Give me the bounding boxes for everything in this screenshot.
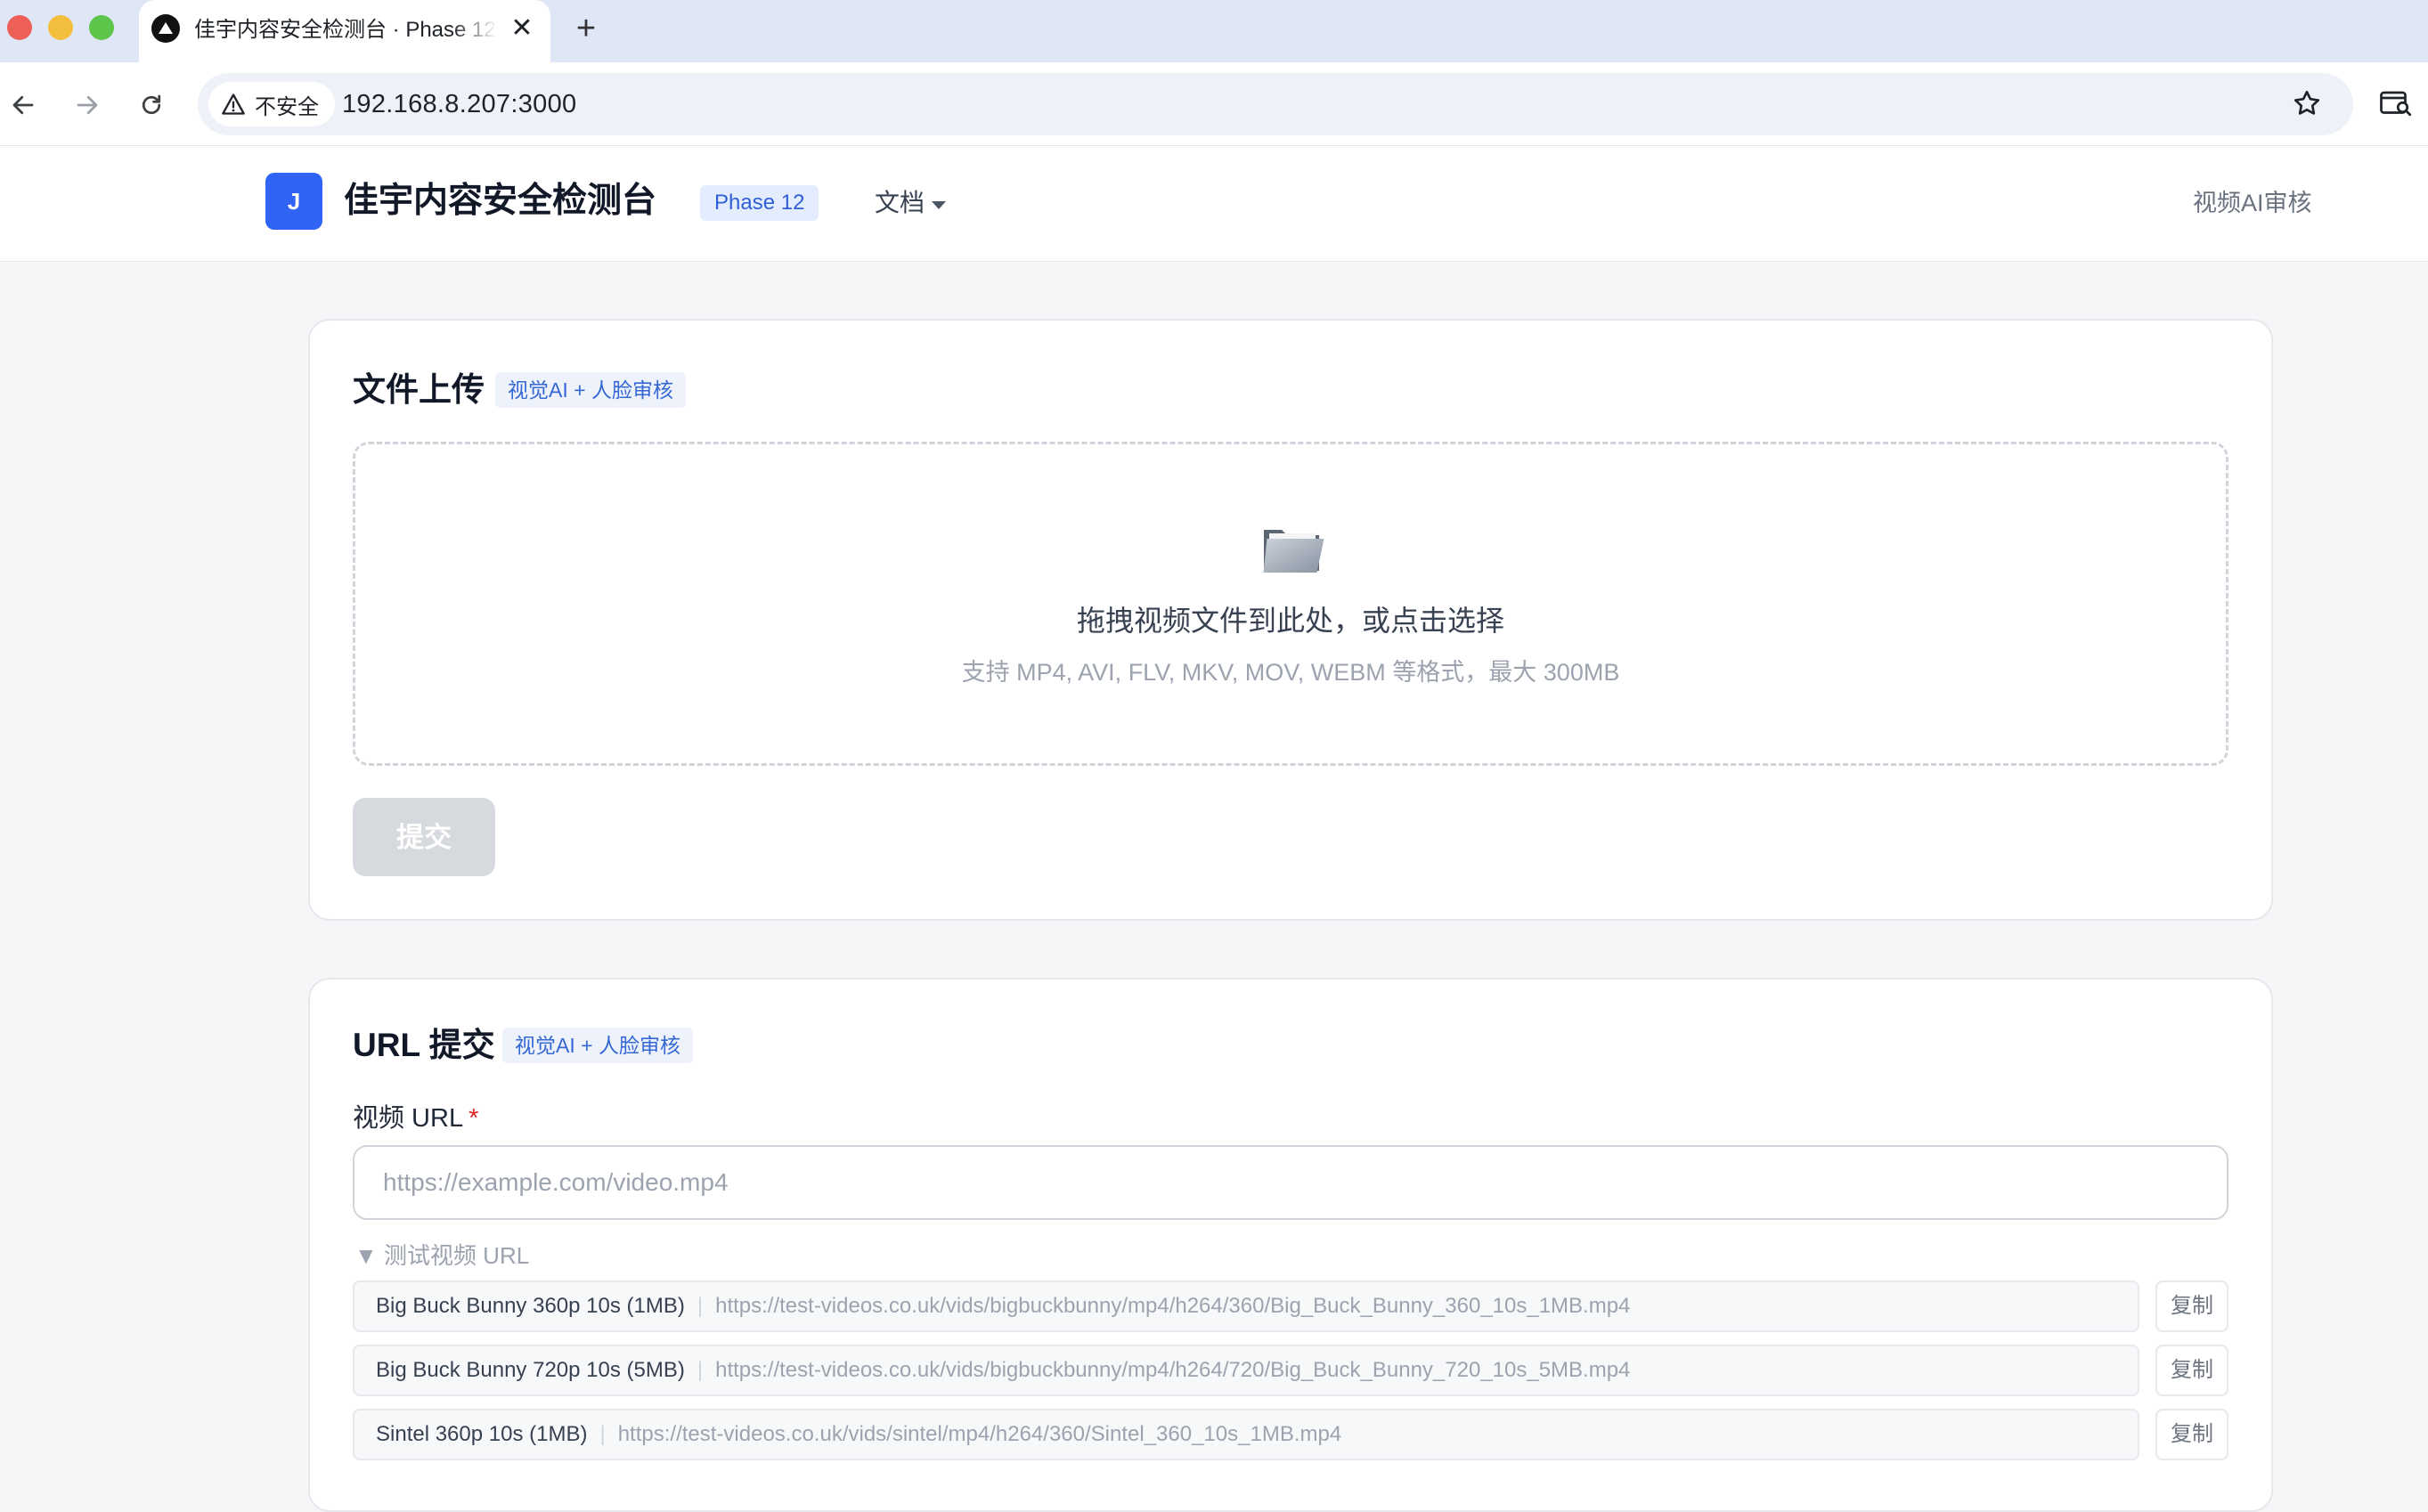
- test-video-row: Big Buck Bunny 720p 10s (5MB) | https://te…: [353, 1345, 2228, 1396]
- card-title: URL 提交: [353, 1027, 495, 1063]
- minimize-window-button[interactable]: [48, 15, 73, 40]
- test-video-name: Big Buck Bunny 360p 10s (1MB): [376, 1294, 685, 1318]
- test-video-item[interactable]: Sintel 360p 10s (1MB) | https://test-video…: [353, 1409, 2139, 1460]
- browser-tab-strip: 佳宇内容安全检测台 · Phase 12 ✕ +: [0, 0, 2428, 62]
- separator: |: [697, 1294, 704, 1318]
- video-url-label: 视频 URL *: [353, 1101, 478, 1136]
- video-url-input[interactable]: [353, 1145, 2228, 1220]
- browser-toolbar: 不安全 192.168.8.207:3000: [0, 62, 2428, 146]
- tab-close-icon[interactable]: ✕: [506, 12, 538, 45]
- security-label: 不安全: [255, 94, 319, 119]
- app-header: J 佳宇内容安全检测台 Phase 12 文档 视频AI审核: [0, 146, 2428, 262]
- separator: |: [697, 1358, 704, 1382]
- copy-button[interactable]: 复制: [2155, 1280, 2228, 1332]
- dropzone-hint: 支持 MP4, AVI, FLV, MKV, MOV, WEBM 等格式，最大 …: [961, 659, 1620, 686]
- submit-button[interactable]: 提交: [353, 798, 495, 876]
- tab-title: 佳宇内容安全检测台 · Phase 12: [194, 18, 496, 42]
- file-dropzone[interactable]: 拖拽视频文件到此处，或点击选择 支持 MP4, AVI, FLV, MKV, M…: [353, 442, 2228, 766]
- card-title: 文件上传: [353, 371, 485, 408]
- url-text[interactable]: 192.168.8.207:3000: [342, 90, 576, 118]
- nav-link-video-ai-review[interactable]: 视频AI审核: [2193, 183, 2312, 223]
- site-title[interactable]: 佳宇内容安全检测台: [344, 178, 656, 224]
- test-video-name: Big Buck Bunny 720p 10s (5MB): [376, 1358, 685, 1382]
- new-tab-button[interactable]: +: [568, 11, 604, 46]
- phase-badge: Phase 12: [700, 185, 819, 221]
- docs-label: 文档: [875, 189, 925, 216]
- reload-icon[interactable]: [132, 85, 171, 125]
- test-urls-toggle[interactable]: ▼ 测试视频 URL: [354, 1240, 529, 1272]
- video-url-label-text: 视频 URL: [353, 1104, 464, 1133]
- back-arrow-icon[interactable]: [4, 85, 43, 125]
- test-video-item[interactable]: Big Buck Bunny 360p 10s (1MB) | https://te…: [353, 1280, 2139, 1332]
- caret-down-icon: [932, 200, 947, 209]
- copy-button[interactable]: 复制: [2155, 1409, 2228, 1460]
- test-video-url: https://test-videos.co.uk/vids/sintel/mp…: [617, 1422, 1342, 1446]
- active-tab[interactable]: 佳宇内容安全检测台 · Phase 12 ✕: [139, 0, 550, 62]
- card-tag: 视觉AI + 人脸审核: [495, 372, 686, 408]
- test-video-row: Big Buck Bunny 360p 10s (1MB) | https://te…: [353, 1280, 2228, 1332]
- security-indicator[interactable]: 不安全: [208, 82, 335, 126]
- star-icon[interactable]: [2291, 87, 2326, 123]
- test-video-item[interactable]: Big Buck Bunny 720p 10s (5MB) | https://te…: [353, 1345, 2139, 1396]
- logo[interactable]: J: [265, 173, 322, 230]
- address-bar[interactable]: 不安全 192.168.8.207:3000: [198, 73, 2353, 135]
- tab-favicon-icon: [151, 14, 180, 43]
- docs-dropdown[interactable]: 文档: [875, 183, 947, 223]
- url-submit-card: URL 提交 视觉AI + 人脸审核 视频 URL* ▼ 测试视频 URL Bi…: [308, 978, 2273, 1512]
- tab-search-icon[interactable]: [2378, 87, 2417, 123]
- test-video-url: https://test-videos.co.uk/vids/bigbuckbu…: [715, 1294, 1631, 1318]
- test-video-row: Sintel 360p 10s (1MB) | https://test-video…: [353, 1409, 2228, 1460]
- file-upload-card: 文件上传 视觉AI + 人脸审核 拖拽视频文件到此处，或点击选择 支持 MP4,…: [308, 319, 2273, 921]
- folder-icon: [1263, 530, 1324, 573]
- separator: |: [599, 1422, 606, 1446]
- dropzone-instructions: 拖拽视频文件到此处，或点击选择: [1076, 605, 1504, 637]
- card-tag: 视觉AI + 人脸审核: [502, 1028, 693, 1063]
- test-video-name: Sintel 360p 10s (1MB): [376, 1422, 588, 1446]
- warning-icon: [222, 93, 245, 115]
- copy-button[interactable]: 复制: [2155, 1345, 2228, 1396]
- close-window-button[interactable]: [7, 15, 32, 40]
- required-mark: *: [468, 1104, 479, 1133]
- forward-arrow-icon[interactable]: [68, 85, 107, 125]
- zoom-window-button[interactable]: [89, 15, 114, 40]
- test-video-url: https://test-videos.co.uk/vids/bigbuckbu…: [715, 1358, 1631, 1382]
